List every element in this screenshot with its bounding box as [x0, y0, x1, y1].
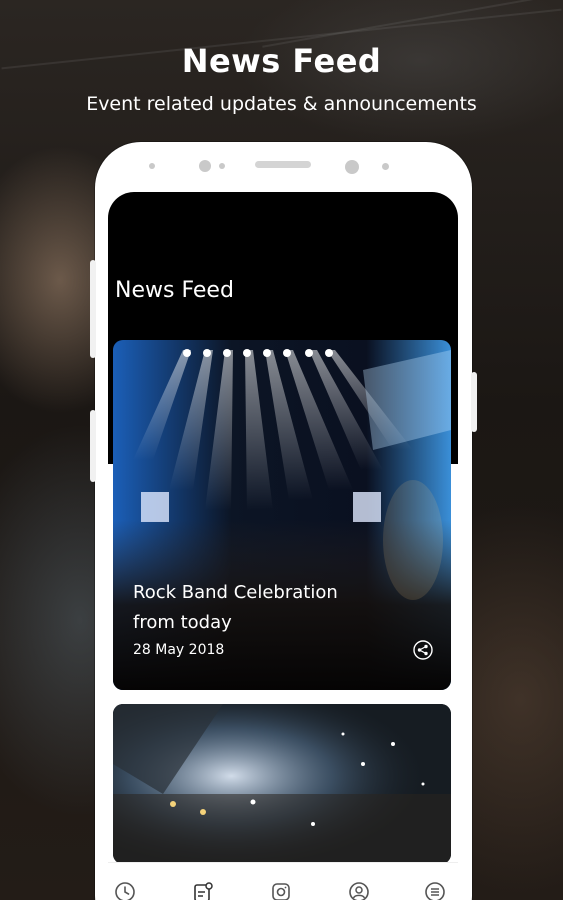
- nav-gallery[interactable]: [268, 879, 294, 900]
- bottom-navigation: [108, 862, 458, 900]
- news-card[interactable]: [113, 704, 451, 864]
- page-subtitle: Event related updates & announcements: [86, 93, 477, 115]
- sensor-dot: [219, 163, 225, 169]
- news-card-title: Rock Band Celebration from today: [133, 582, 338, 633]
- app-screen: News Feed Rock Band Celebration from tod…: [108, 192, 458, 900]
- camera-icon: [272, 883, 290, 900]
- clock-icon: [115, 882, 135, 900]
- confetti-stage-image: [113, 704, 451, 864]
- sensor-dot: [382, 163, 389, 170]
- page-title: News Feed: [181, 42, 382, 80]
- phone-frame: News Feed Rock Band Celebration from tod…: [90, 142, 477, 900]
- front-camera: [345, 160, 359, 174]
- news-card[interactable]: Rock Band Celebration from today 28 May …: [113, 340, 451, 690]
- side-button: [471, 372, 477, 432]
- news-card-date: 28 May 2018: [133, 642, 225, 658]
- share-icon[interactable]: [413, 640, 433, 660]
- nav-menu[interactable]: [422, 879, 448, 900]
- screen-title: News Feed: [115, 278, 234, 303]
- menu-icon: [425, 882, 445, 900]
- nav-profile[interactable]: [346, 879, 372, 900]
- front-camera: [199, 160, 211, 172]
- nav-news-feed[interactable]: [190, 879, 216, 900]
- nav-schedule[interactable]: [112, 879, 138, 900]
- news-icon: [194, 882, 213, 900]
- profile-icon: [349, 882, 369, 900]
- sensor-dot: [149, 163, 155, 169]
- volume-button: [90, 260, 96, 358]
- power-button: [90, 410, 96, 482]
- earpiece-speaker: [255, 161, 311, 168]
